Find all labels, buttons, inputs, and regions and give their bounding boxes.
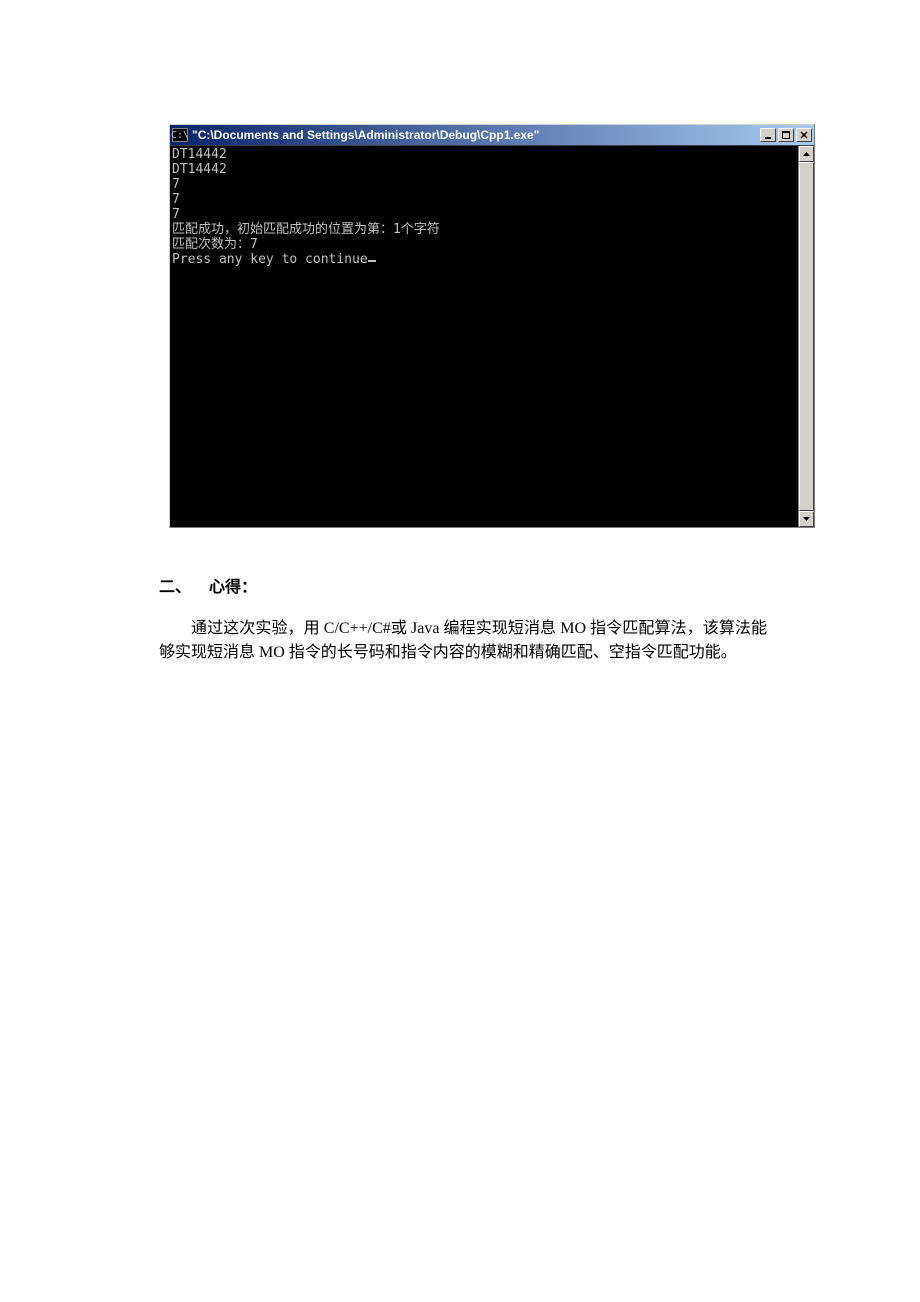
window-titlebar[interactable]: C:\ "C:\Documents and Settings\Administr… xyxy=(170,125,814,145)
console-line: 匹配次数为：7 xyxy=(172,237,258,252)
scrollbar-track[interactable] xyxy=(799,162,814,511)
section-heading: 二、 心得： xyxy=(159,573,767,597)
console-line: 7 xyxy=(172,177,180,192)
window-controls xyxy=(760,128,812,142)
close-button[interactable] xyxy=(796,128,812,142)
console-line: DT14442 xyxy=(172,162,227,177)
console-line: DT14442 xyxy=(172,147,227,162)
scroll-down-button[interactable] xyxy=(799,511,814,527)
minimize-button[interactable] xyxy=(760,128,776,142)
console-line: 7 xyxy=(172,207,180,222)
console-line: 7 xyxy=(172,192,180,207)
scroll-up-button[interactable] xyxy=(799,146,814,162)
heading-number: 二、 xyxy=(159,579,191,596)
body-paragraph: 通过这次实验，用 C/C++/C#或 Java 编程实现短消息 MO 指令匹配算… xyxy=(159,617,767,665)
console-line: Press any key to continue xyxy=(172,252,368,267)
console-body: DT14442 DT14442 7 7 7 匹配成功，初始匹配成功的位置为第：1… xyxy=(170,145,814,527)
scrollbar-thumb[interactable] xyxy=(799,162,814,511)
window-title: "C:\Documents and Settings\Administrator… xyxy=(192,128,760,142)
console-window: C:\ "C:\Documents and Settings\Administr… xyxy=(169,124,815,528)
console-output: DT14442 DT14442 7 7 7 匹配成功，初始匹配成功的位置为第：1… xyxy=(170,146,798,527)
heading-text: 心得： xyxy=(209,579,257,596)
maximize-button[interactable] xyxy=(778,128,794,142)
text-cursor xyxy=(368,260,376,262)
cmd-icon: C:\ xyxy=(172,128,188,142)
console-line: 匹配成功，初始匹配成功的位置为第：1个字符 xyxy=(172,222,440,237)
vertical-scrollbar[interactable] xyxy=(798,146,814,527)
